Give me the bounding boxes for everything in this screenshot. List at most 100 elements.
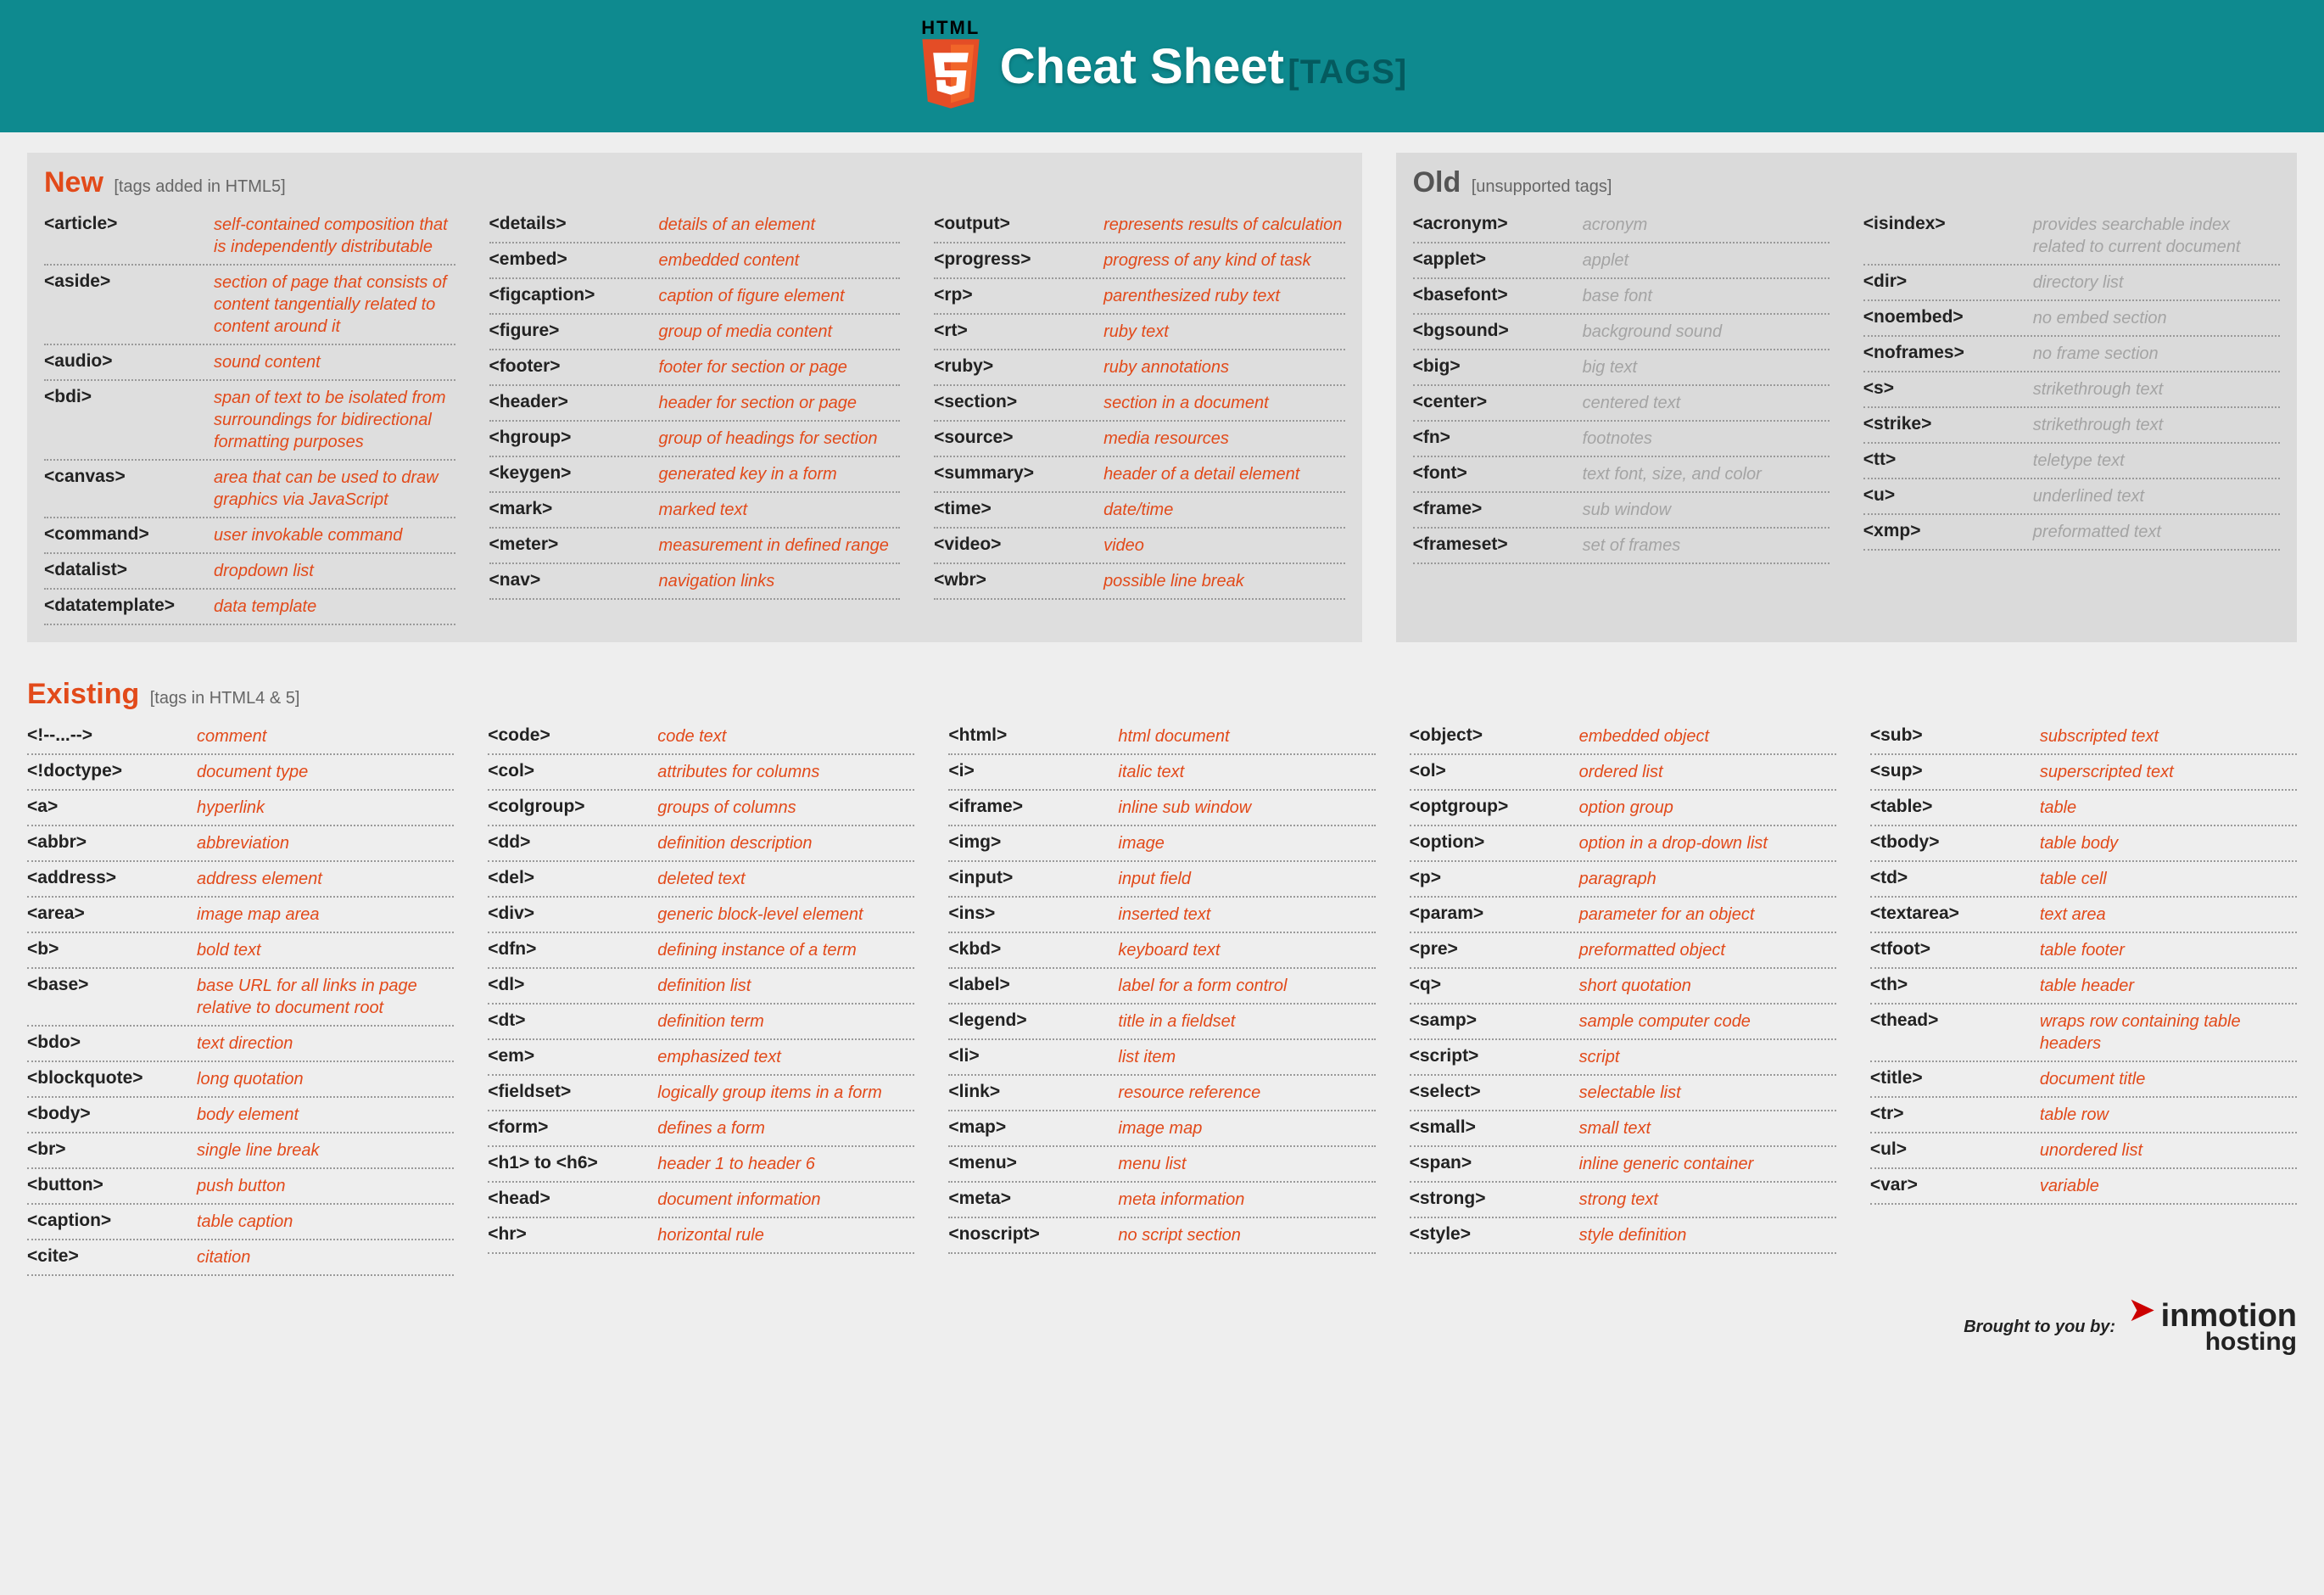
tag-name: <cite> bbox=[27, 1246, 197, 1267]
tag-name: <fieldset> bbox=[488, 1082, 657, 1102]
tag-row: <details>details of an element bbox=[489, 208, 901, 243]
tag-desc: long quotation bbox=[197, 1068, 454, 1090]
tag-row: <html>html document bbox=[948, 719, 1375, 755]
tag-name: <th> bbox=[1870, 975, 2040, 995]
tag-name: <iframe> bbox=[948, 797, 1118, 817]
tag-desc: no script section bbox=[1118, 1224, 1375, 1246]
tag-row: <option>option in a drop-down list bbox=[1410, 826, 1836, 862]
tag-name: <big> bbox=[1413, 356, 1583, 377]
tag-desc: defines a form bbox=[657, 1117, 914, 1139]
tag-desc: menu list bbox=[1118, 1153, 1375, 1175]
tag-row: <strong>strong text bbox=[1410, 1183, 1836, 1218]
tag-name: <style> bbox=[1410, 1224, 1579, 1245]
tag-row: <kbd>keyboard text bbox=[948, 933, 1375, 969]
tag-row: <form>defines a form bbox=[488, 1111, 914, 1147]
tag-desc: code text bbox=[657, 725, 914, 747]
tag-row: <source>media resources bbox=[934, 422, 1345, 457]
tag-desc: text direction bbox=[197, 1033, 454, 1055]
tag-name: <param> bbox=[1410, 904, 1579, 924]
tag-desc: preformatted object bbox=[1579, 939, 1836, 961]
tag-row: <col>attributes for columns bbox=[488, 755, 914, 791]
tag-desc: embedded object bbox=[1579, 725, 1836, 747]
tag-name: <col> bbox=[488, 761, 657, 781]
tag-row: <param>parameter for an object bbox=[1410, 898, 1836, 933]
tag-desc: list item bbox=[1118, 1046, 1375, 1068]
tag-row: <th>table header bbox=[1870, 969, 2297, 1005]
tag-desc: abbreviation bbox=[197, 832, 454, 854]
tag-name: <optgroup> bbox=[1410, 797, 1579, 817]
tag-name: <img> bbox=[948, 832, 1118, 853]
tag-row: <tt>teletype text bbox=[1863, 444, 2280, 479]
tag-name: <sub> bbox=[1870, 725, 2040, 746]
tag-row: <i>italic text bbox=[948, 755, 1375, 791]
tag-desc: single line break bbox=[197, 1139, 454, 1161]
tag-name: <datalist> bbox=[44, 560, 214, 580]
tag-desc: dropdown list bbox=[214, 560, 455, 582]
tag-row: <body>body element bbox=[27, 1098, 454, 1133]
tag-row: <frame>sub window bbox=[1413, 493, 1830, 529]
tag-row: <figcaption>caption of figure element bbox=[489, 279, 901, 315]
tag-row: <p>paragraph bbox=[1410, 862, 1836, 898]
tag-name: <rt> bbox=[934, 321, 1103, 341]
tag-name: <textarea> bbox=[1870, 904, 2040, 924]
tag-row: <canvas>area that can be used to draw gr… bbox=[44, 461, 455, 518]
tag-name: <tfoot> bbox=[1870, 939, 2040, 960]
tag-name: <script> bbox=[1410, 1046, 1579, 1066]
tag-desc: citation bbox=[197, 1246, 454, 1268]
tag-name: <canvas> bbox=[44, 467, 214, 487]
tag-name: <blockquote> bbox=[27, 1068, 197, 1089]
tag-desc: input field bbox=[1118, 868, 1375, 890]
tag-name: <head> bbox=[488, 1189, 657, 1209]
tag-desc: set of frames bbox=[1583, 534, 1830, 557]
tag-desc: data template bbox=[214, 596, 455, 618]
tag-name: <rp> bbox=[934, 285, 1103, 305]
tag-row: <label>label for a form control bbox=[948, 969, 1375, 1005]
tag-row: <aside>section of page that consists of … bbox=[44, 266, 455, 345]
tag-desc: group of headings for section bbox=[659, 428, 901, 450]
tag-row: <img>image bbox=[948, 826, 1375, 862]
tag-desc: embedded content bbox=[659, 249, 901, 271]
tag-name: <menu> bbox=[948, 1153, 1118, 1173]
tag-row: <base>base URL for all links in page rel… bbox=[27, 969, 454, 1027]
tag-row: <li>list item bbox=[948, 1040, 1375, 1076]
tag-name: <meta> bbox=[948, 1189, 1118, 1209]
tag-desc: superscripted text bbox=[2040, 761, 2297, 783]
section-existing-title: Existing bbox=[27, 678, 139, 711]
tag-row: <acronym>acronym bbox=[1413, 208, 1830, 243]
tag-name: <sup> bbox=[1870, 761, 2040, 781]
tag-name: <center> bbox=[1413, 392, 1583, 412]
tag-row: <keygen>generated key in a form bbox=[489, 457, 901, 493]
tag-name: <var> bbox=[1870, 1175, 2040, 1195]
tag-row: <head>document information bbox=[488, 1183, 914, 1218]
tag-row: <meta>meta information bbox=[948, 1183, 1375, 1218]
tag-desc: strong text bbox=[1579, 1189, 1836, 1211]
tag-name: <q> bbox=[1410, 975, 1579, 995]
tag-row: <hgroup>group of headings for section bbox=[489, 422, 901, 457]
tag-row: <tfoot>table footer bbox=[1870, 933, 2297, 969]
tag-name: <code> bbox=[488, 725, 657, 746]
tag-row: <ol>ordered list bbox=[1410, 755, 1836, 791]
tag-name: <mark> bbox=[489, 499, 659, 519]
tag-row: <!--...-->comment bbox=[27, 719, 454, 755]
tag-name: <embed> bbox=[489, 249, 659, 270]
brought-to-you: Brought to you by: bbox=[1964, 1318, 2115, 1337]
tag-desc: label for a form control bbox=[1118, 975, 1375, 997]
tag-row: <h1> to <h6>header 1 to header 6 bbox=[488, 1147, 914, 1183]
tag-row: <isindex>provides searchable index relat… bbox=[1863, 208, 2280, 266]
tag-name: <dir> bbox=[1863, 271, 2033, 292]
tag-desc: paragraph bbox=[1579, 868, 1836, 890]
tag-row: <audio>sound content bbox=[44, 345, 455, 381]
tag-desc: table footer bbox=[2040, 939, 2297, 961]
tag-row: <dt>definition term bbox=[488, 1005, 914, 1040]
page-title: Cheat Sheet bbox=[1000, 39, 1284, 94]
section-existing: Existing [tags in HTML4 & 5] <!--...-->c… bbox=[27, 668, 2297, 1276]
tag-row: <command>user invokable command bbox=[44, 518, 455, 554]
tag-desc: table header bbox=[2040, 975, 2297, 997]
tag-desc: section of page that consists of content… bbox=[214, 271, 455, 338]
tag-desc: media resources bbox=[1103, 428, 1345, 450]
tag-name: <noscript> bbox=[948, 1224, 1118, 1245]
tag-name: <button> bbox=[27, 1175, 197, 1195]
tag-name: <dd> bbox=[488, 832, 657, 853]
tag-desc: parameter for an object bbox=[1579, 904, 1836, 926]
tag-desc: navigation links bbox=[659, 570, 901, 592]
